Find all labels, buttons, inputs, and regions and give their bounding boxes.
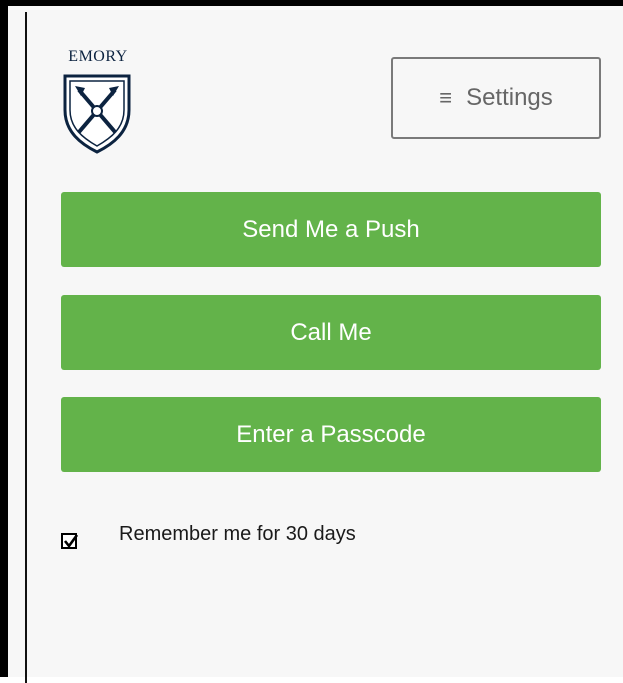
send-push-button[interactable]: Send Me a Push: [61, 192, 601, 267]
remember-me-checkbox[interactable]: [61, 533, 79, 549]
send-push-label: Send Me a Push: [242, 215, 420, 243]
settings-label: Settings: [466, 84, 553, 111]
call-me-label: Call Me: [290, 318, 372, 346]
checkmark-icon: [63, 534, 79, 549]
remember-me-row: Remember me for 30 days: [61, 522, 356, 549]
enter-passcode-button[interactable]: Enter a Passcode: [61, 397, 601, 472]
auth-panel: EMORY ≡ Settings Send Me a Push Call Me …: [0, 0, 623, 683]
remember-me-label: Remember me for 30 days: [119, 523, 356, 545]
enter-passcode-label: Enter a Passcode: [236, 420, 426, 448]
hamburger-menu-icon: ≡: [439, 85, 453, 110]
panel-divider: [25, 12, 27, 683]
emory-logo: EMORY: [54, 48, 142, 158]
call-me-button[interactable]: Call Me: [61, 295, 601, 370]
logo-wordmark: EMORY: [68, 48, 128, 65]
shield-icon: [63, 74, 131, 154]
settings-button[interactable]: ≡ Settings: [391, 57, 601, 139]
